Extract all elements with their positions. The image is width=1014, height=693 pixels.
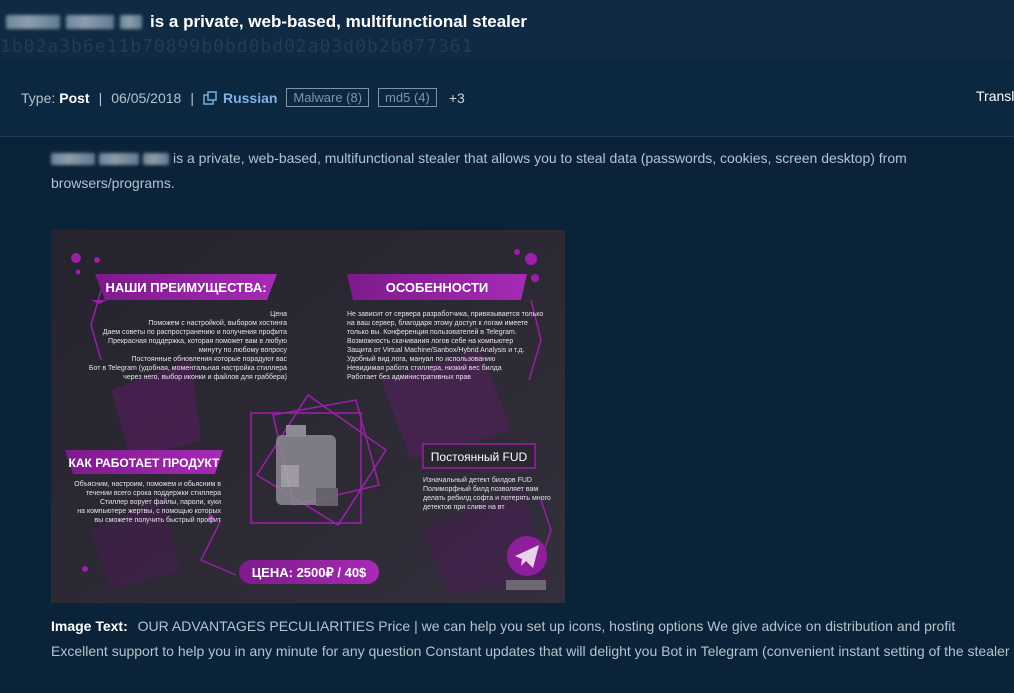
heading-fud: Постоянный FUD — [431, 450, 528, 464]
separator: | — [98, 89, 103, 106]
advantages-line: через него, выбор иконки и файлов для гр… — [123, 373, 287, 381]
features-line: Невидимая работа стиллера, низкий вес би… — [347, 364, 502, 372]
type-value: Post — [59, 89, 90, 106]
features-line: Удобный вид лога, мануал по использовани… — [347, 355, 495, 363]
post-date: 06/05/2018 — [111, 89, 182, 106]
external-link-icon[interactable] — [203, 90, 217, 105]
promo-image: НАШИ ПРЕИМУЩЕСТВА: ОСОБЕННОСТИ КАК РАБОТ… — [51, 230, 565, 603]
features-line: только вы. Конференция пользователей в T… — [347, 328, 517, 336]
header-hash-watermark: 1b02a3b6e11b70899b0bd0bd02a03d0b2b077361 — [0, 36, 474, 57]
description-text: is a private, web-based, multifunctional… — [51, 150, 907, 191]
separator: | — [190, 89, 194, 106]
meta-bar: Type: Post | 06/05/2018 | Russian Malwar… — [0, 58, 1014, 137]
heading-features: ОСОБЕННОСТИ — [386, 280, 489, 295]
title-row: is a private, web-based, multifunctional… — [6, 12, 527, 32]
features-line: Не зависит от сервера разработчика, прив… — [347, 310, 543, 318]
pixelated-logo — [276, 425, 338, 506]
heading-advantages: НАШИ ПРЕИМУЩЕСТВА: — [105, 280, 266, 295]
how-line: на компьютере жертвы, с помощью которых — [77, 508, 221, 515]
redacted-name — [99, 153, 139, 166]
advantages-line: Поможем с настройкой, выбором хостинга — [148, 319, 287, 327]
heading-how: КАК РАБОТАЕТ ПРОДУКТ — [69, 456, 221, 470]
image-text-label: Image Text: — [51, 618, 128, 634]
post-description: is a private, web-based, multifunctional… — [51, 146, 991, 196]
tag-md5[interactable]: md5 (4) — [378, 88, 437, 107]
redacted-name — [143, 153, 169, 166]
advantages-line: Цена — [270, 311, 287, 318]
redacted-name — [6, 15, 60, 29]
advantages-line: Бот в Telegram (удобная, моментальная на… — [89, 364, 287, 372]
image-text-value: OUR ADVANTAGES PECULIARITIES Price | we … — [51, 618, 1010, 659]
meta-row: Type: Post | 06/05/2018 | Russian Malwar… — [21, 88, 465, 107]
price-label: ЦЕНА: 2500₽ / 40$ — [252, 565, 367, 580]
features-line: Возможность скачивания логов себе на ком… — [347, 337, 513, 345]
how-line: Объясним, настроим, поможем и обьясним в — [74, 480, 221, 488]
tag-malware[interactable]: Malware (8) — [286, 88, 370, 107]
advantages-line: Постоянные обновления которые порадуют в… — [131, 355, 287, 363]
how-line: вы сможете получить быстрый профит — [94, 516, 221, 524]
type-label: Type: — [21, 89, 56, 106]
image-text-section: Image Text: OUR ADVANTAGES PECULIARITIES… — [51, 614, 1014, 663]
features-line: Работает без административных прав — [347, 373, 471, 381]
advantages-line: Даем советы по распространению и получен… — [103, 329, 287, 336]
redacted-handle — [506, 580, 546, 590]
translate-button[interactable]: Transl — [976, 88, 1014, 104]
redacted-name — [120, 15, 142, 29]
more-tags-button[interactable]: +3 — [449, 90, 465, 106]
fud-line: Полиморфный билд позволяет вам — [423, 485, 538, 493]
features-line: на ваш сервер, благодаря этому доступ к … — [347, 319, 528, 327]
language-link[interactable]: Russian — [223, 90, 277, 106]
page-header: 1b02a3b6e11b70899b0bd0bd02a03d0b2b077361… — [0, 0, 1014, 58]
fud-line: делать ребилд софта и потерять много — [423, 494, 551, 502]
advantages-line: минуту по любому вопросу — [199, 346, 288, 354]
page-title: is a private, web-based, multifunctional… — [150, 12, 527, 31]
features-line: Защита от Virtual Machine/Sanbox/Hybrid … — [347, 347, 525, 354]
advantages-line: Прекрасная поддержка, которая поможет ва… — [108, 337, 287, 345]
fud-line: детектов при сливе на вт — [423, 504, 505, 511]
how-line: течении всего срока поддержки стиллера — [86, 490, 221, 497]
redacted-name — [66, 15, 114, 29]
how-line: Стиллер ворует файлы, пароли, куки — [100, 498, 221, 506]
redacted-name — [51, 153, 95, 166]
fud-line: Изначальный детект билдов FUD — [423, 476, 532, 484]
telegram-icon — [507, 536, 547, 576]
